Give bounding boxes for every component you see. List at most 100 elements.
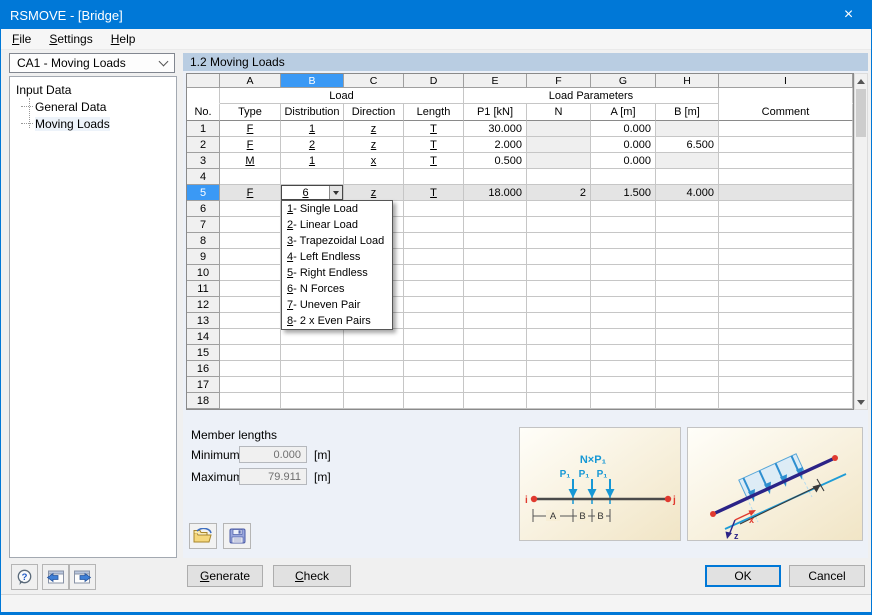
cell-6-type[interactable] (220, 201, 281, 217)
cell-13-comment[interactable] (719, 313, 853, 329)
cell-1-comment[interactable] (719, 121, 853, 137)
cell-15-dir[interactable] (344, 345, 404, 361)
close-button[interactable]: × (826, 1, 871, 29)
cell-17-dir[interactable] (344, 377, 404, 393)
cell-1-dir[interactable]: z (344, 121, 404, 137)
cell-2-b[interactable]: 6.500 (656, 137, 719, 153)
cell-5-comment[interactable] (719, 185, 853, 201)
cell-11-comment[interactable] (719, 281, 853, 297)
cell-13-len[interactable] (404, 313, 464, 329)
column-letter-E[interactable]: E (464, 74, 527, 88)
cell-14-dist[interactable] (281, 329, 344, 345)
table-scrollbar[interactable] (854, 73, 868, 410)
cell-9-b[interactable] (656, 249, 719, 265)
cell-17-len[interactable] (404, 377, 464, 393)
title-bar[interactable]: RSMOVE - [Bridge] × (1, 1, 871, 29)
column-letter-G[interactable]: G (591, 74, 656, 88)
cell-4-a[interactable] (591, 169, 656, 185)
column-letter-C[interactable]: C (344, 74, 404, 88)
column-letter-A[interactable]: A (220, 74, 281, 88)
cell-12-len[interactable] (404, 297, 464, 313)
cell-15-b[interactable] (656, 345, 719, 361)
cell-3-len[interactable]: T (404, 153, 464, 169)
cell-2-comment[interactable] (719, 137, 853, 153)
row-header-16[interactable]: 16 (187, 361, 220, 377)
cell-4-comment[interactable] (719, 169, 853, 185)
help-button[interactable]: ? (11, 564, 38, 590)
cell-11-a[interactable] (591, 281, 656, 297)
cell-6-a[interactable] (591, 201, 656, 217)
cell-2-a[interactable]: 0.000 (591, 137, 656, 153)
cell-12-n[interactable] (527, 297, 591, 313)
cell-15-n[interactable] (527, 345, 591, 361)
cell-4-n[interactable] (527, 169, 591, 185)
cell-3-n[interactable] (527, 153, 591, 169)
cell-16-dir[interactable] (344, 361, 404, 377)
row-header-5[interactable]: 5 (187, 185, 220, 201)
cell-15-dist[interactable] (281, 345, 344, 361)
cell-8-len[interactable] (404, 233, 464, 249)
row-header-6[interactable]: 6 (187, 201, 220, 217)
row-header-15[interactable]: 15 (187, 345, 220, 361)
row-header-2[interactable]: 2 (187, 137, 220, 153)
cell-2-dir[interactable]: z (344, 137, 404, 153)
cell-7-b[interactable] (656, 217, 719, 233)
row-header-14[interactable]: 14 (187, 329, 220, 345)
cell-8-type[interactable] (220, 233, 281, 249)
dropdown-item-4[interactable]: 4 - Left Endless (282, 249, 392, 265)
cell-3-b[interactable] (656, 153, 719, 169)
tree-root-input-data[interactable]: Input Data (10, 81, 176, 98)
cell-16-b[interactable] (656, 361, 719, 377)
cell-1-p1[interactable]: 30.000 (464, 121, 527, 137)
cell-3-type[interactable]: M (220, 153, 281, 169)
cell-11-n[interactable] (527, 281, 591, 297)
scroll-down-button[interactable] (855, 395, 867, 409)
cell-1-dist[interactable]: 1 (281, 121, 344, 137)
cell-2-n[interactable] (527, 137, 591, 153)
dropdown-item-8[interactable]: 8 - 2 x Even Pairs (282, 313, 392, 329)
cell-12-comment[interactable] (719, 297, 853, 313)
cell-7-comment[interactable] (719, 217, 853, 233)
cell-14-type[interactable] (220, 329, 281, 345)
cell-10-b[interactable] (656, 265, 719, 281)
cell-5-b[interactable]: 4.000 (656, 185, 719, 201)
cell-2-len[interactable]: T (404, 137, 464, 153)
cell-2-dist[interactable]: 2 (281, 137, 344, 153)
column-letter-F[interactable]: F (527, 74, 591, 88)
row-header-1[interactable]: 1 (187, 121, 220, 137)
dropdown-item-5[interactable]: 5 - Right Endless (282, 265, 392, 281)
cell-13-b[interactable] (656, 313, 719, 329)
cell-11-p1[interactable] (464, 281, 527, 297)
combobox-dropdown-button[interactable] (329, 186, 342, 199)
cell-1-a[interactable]: 0.000 (591, 121, 656, 137)
cell-5-dir[interactable]: z (344, 185, 404, 201)
cell-4-len[interactable] (404, 169, 464, 185)
cell-11-len[interactable] (404, 281, 464, 297)
case-selector[interactable]: CA1 - Moving Loads (9, 53, 175, 73)
cell-14-n[interactable] (527, 329, 591, 345)
cell-3-comment[interactable] (719, 153, 853, 169)
cell-10-p1[interactable] (464, 265, 527, 281)
cell-9-type[interactable] (220, 249, 281, 265)
cell-18-n[interactable] (527, 393, 591, 409)
cell-14-len[interactable] (404, 329, 464, 345)
cell-12-p1[interactable] (464, 297, 527, 313)
row-header-3[interactable]: 3 (187, 153, 220, 169)
cell-17-a[interactable] (591, 377, 656, 393)
cell-3-p1[interactable]: 0.500 (464, 153, 527, 169)
cell-14-dir[interactable] (344, 329, 404, 345)
cell-13-type[interactable] (220, 313, 281, 329)
save-button[interactable] (223, 523, 251, 549)
cell-16-dist[interactable] (281, 361, 344, 377)
column-letter-H[interactable]: H (656, 74, 719, 88)
cell-7-n[interactable] (527, 217, 591, 233)
cell-3-dir[interactable]: x (344, 153, 404, 169)
cell-1-b[interactable] (656, 121, 719, 137)
cell-4-b[interactable] (656, 169, 719, 185)
cell-1-len[interactable]: T (404, 121, 464, 137)
cell-14-b[interactable] (656, 329, 719, 345)
cell-16-n[interactable] (527, 361, 591, 377)
row-header-17[interactable]: 17 (187, 377, 220, 393)
cell-2-type[interactable]: F (220, 137, 281, 153)
dropdown-item-1[interactable]: 1 - Single Load (282, 201, 392, 217)
